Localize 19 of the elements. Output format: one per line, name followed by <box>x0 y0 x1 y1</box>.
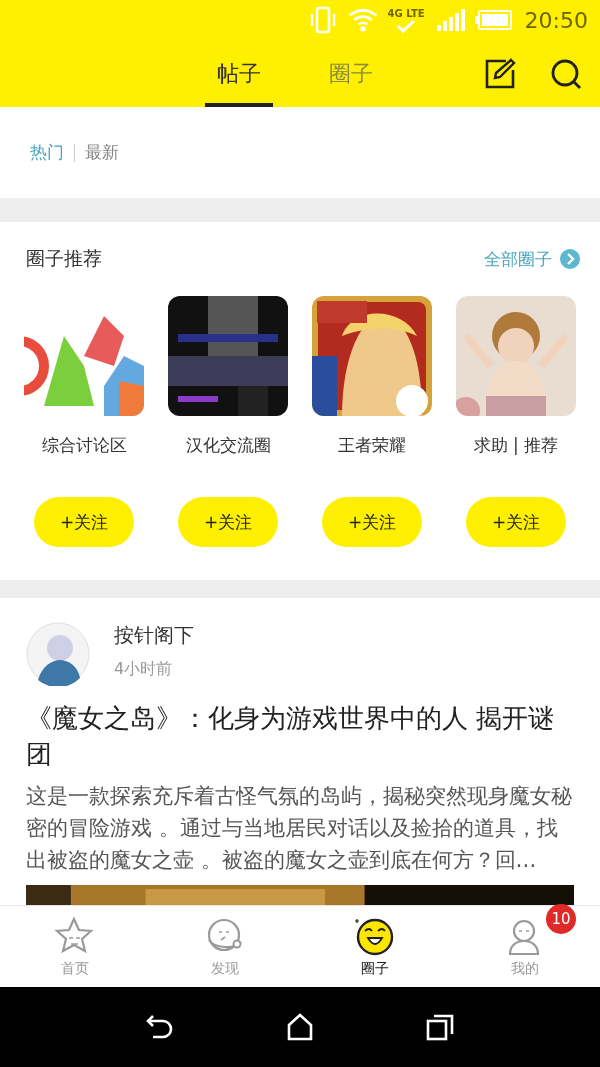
post-excerpt: 这是一款探索充斥着古怪气氛的岛屿，揭秘突然现身魔女秘密的冒险游戏 。通过与当地居民对话以及捡拾的道具，找出被盗的魔女之壶 。被盗的魔女之壶到底在何方？回… <box>26 783 573 874</box>
nav-tab[interactable]: 圈子 <box>361 959 389 978</box>
network-label: 4G LTE <box>387 7 425 19</box>
tab[interactable]: 帖子 <box>205 40 273 107</box>
post-time: 4小时前 <box>114 659 174 680</box>
author-name[interactable]: 按针阁下 <box>114 622 194 649</box>
notification-badge: 10 <box>546 903 576 934</box>
circle-name: 求助 | 推荐 <box>473 434 559 457</box>
follow-button[interactable]: +关注 <box>322 497 422 547</box>
clock-time: 20:50 <box>524 7 588 33</box>
filter-tab[interactable]: 最新 <box>85 141 119 164</box>
circle-name: 王者荣耀 <box>338 434 406 457</box>
section-title: 圈子推荐 <box>26 246 102 271</box>
post-title[interactable]: 《魔女之岛》：化身为游戏世界中的人 揭开谜团 <box>26 700 574 772</box>
follow-button[interactable]: +关注 <box>466 497 566 547</box>
circle-name: 综合讨论区 <box>41 434 127 457</box>
follow-button[interactable]: +关注 <box>178 497 278 547</box>
circle-name: 汉化交流圈 <box>185 434 271 457</box>
follow-button[interactable]: +关注 <box>34 497 134 547</box>
